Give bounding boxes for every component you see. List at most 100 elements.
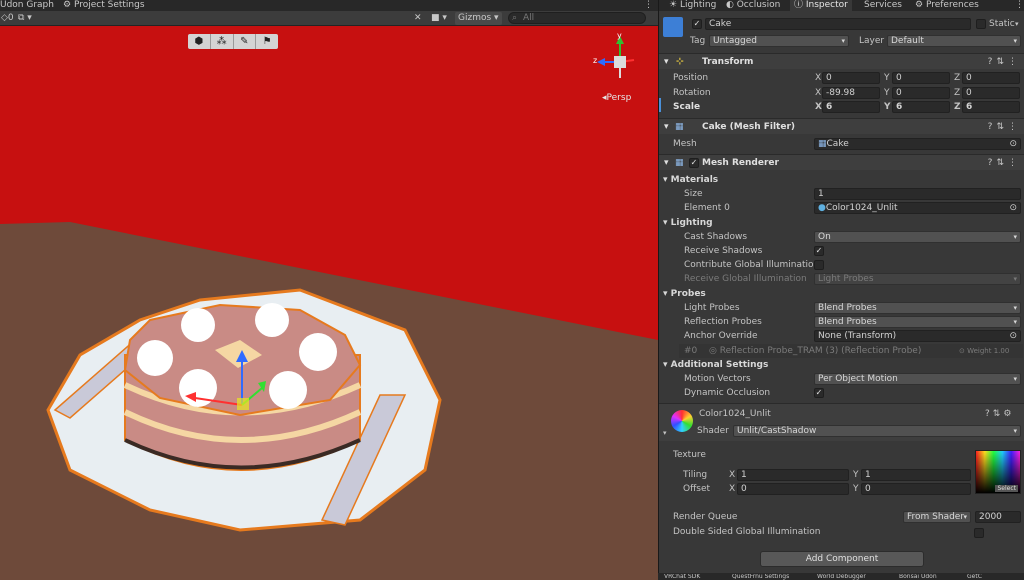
inspector-panel: ☀ Lighting ◐ Occlusion ⓘ Inspector Servi… [658,0,1024,580]
offset-x-field[interactable]: 0 [737,483,849,495]
renderer-enabled-checkbox[interactable]: ✓ [689,158,699,168]
mesh-field[interactable]: ▦Cake ⊙ [814,138,1021,150]
layer-count[interactable]: ◇0 [1,12,14,25]
gizmos-dropdown[interactable]: Gizmos ▾ [455,12,502,25]
static-checkbox[interactable] [976,19,986,29]
motion-vectors-dropdown[interactable]: Per Object Motion ▾ [814,373,1021,385]
mesh-icon: ▦ [818,139,827,149]
foldout-arrow-icon: ▾ [664,122,669,132]
contribute-gi-checkbox[interactable] [814,260,824,270]
scene-search-input[interactable]: ⌕ All [508,12,646,24]
orientation-gizmo[interactable] [590,30,640,85]
tab-getc[interactable]: GetC [963,574,986,580]
tiling-x-field[interactable]: 1 [737,469,849,481]
probe-weight: ⊙ Weight 1.00 [959,347,1010,355]
scene-view[interactable]: ⬢ ⁂ ✎ ⚑ y z ◂Persp [0,0,658,580]
material-icon: ● [818,203,826,213]
more-menu-icon[interactable]: ⋮ [1011,0,1024,11]
receive-shadows-label: Receive Shadows [684,246,763,256]
scale-y-field[interactable]: 6 [892,101,950,113]
rotation-y-field[interactable]: 0 [892,87,950,99]
static-dropdown-icon[interactable]: ▾ [1015,17,1019,31]
active-checkbox[interactable]: ✓ [692,19,702,29]
element0-field[interactable]: ●Color1024_Unlit ⊙ [814,202,1021,214]
position-x-field[interactable]: 0 [822,72,880,84]
cube-tool-icon[interactable]: ⬢ [188,34,211,49]
probe-name: ◎ Reflection Probe_TRAM (3) (Reflection … [709,346,922,356]
size-field[interactable]: 1 [814,188,1021,200]
rotation-x-field[interactable]: -89.98 [822,87,880,99]
render-queue-field[interactable]: 2000 [975,511,1021,523]
flag-tool-icon[interactable]: ⚑ [256,34,278,49]
foldout-arrow-icon[interactable]: ▾ [663,426,667,440]
add-component-button[interactable]: Add Component [760,551,924,567]
tag-dropdown[interactable]: Untagged ▾ [709,35,849,47]
position-z-field[interactable]: 0 [962,72,1020,84]
scene-tools-overlay[interactable]: ⬢ ⁂ ✎ ⚑ [188,34,278,49]
tab-bonsai-udon[interactable]: Bonsai Udon [895,574,941,580]
materials-foldout[interactable]: ▾ Materials [663,173,718,187]
tab-vrchat-sdk[interactable]: VRChat SDK [660,574,704,580]
scale-z-field[interactable]: 6 [962,101,1020,113]
object-name-field[interactable]: Cake [705,18,971,30]
component-menu-icons[interactable]: ?⇅⋮ [988,155,1021,171]
tab-udon-graph[interactable]: Udon Graph [0,0,54,11]
material-preview-icon [671,410,693,432]
reflection-probes-label: Reflection Probes [684,317,762,327]
transform-header[interactable]: ▾ ⊹ Transform ?⇅⋮ [659,53,1024,69]
static-label: Static [989,19,1015,29]
tab-preferences[interactable]: ⚙ Preferences [911,0,983,11]
receive-shadows-checkbox[interactable]: ✓ [814,246,824,256]
shader-dropdown[interactable]: Unlit/CastShadow ▾ [733,425,1021,437]
mesh-filter-header[interactable]: ▾ ▦ Cake (Mesh Filter) ?⇅⋮ [659,118,1024,134]
persp-label[interactable]: ◂Persp [602,93,631,103]
tab-questfrnu-settings[interactable]: QuestFrnu Settings [728,574,793,580]
probes-foldout[interactable]: ▾ Probes [663,287,706,301]
pen-tool-icon[interactable]: ✎ [234,34,257,49]
anchor-override-field[interactable]: None (Transform) ⊙ [814,330,1021,342]
tab-occlusion[interactable]: ◐ Occlusion [722,0,784,11]
mesh-renderer-header[interactable]: ▾ ▦ ✓ Mesh Renderer ?⇅⋮ [659,154,1024,170]
offset-y-field[interactable]: 0 [861,483,971,495]
select-button[interactable]: Select [995,485,1018,492]
render-queue-dropdown[interactable]: From Shader ▾ [903,511,971,523]
scene-tab-bar: Udon Graph ⚙ Project Settings ⋮ [0,0,658,11]
axis-z-label: Z [954,102,961,112]
tab-lighting[interactable]: ☀ Lighting [665,0,720,11]
tiling-y-field[interactable]: 1 [861,469,971,481]
camera-icon[interactable]: ■ ▾ [431,12,447,25]
dynamic-occlusion-checkbox[interactable]: ✓ [814,388,824,398]
light-probes-dropdown[interactable]: Blend Probes ▾ [814,302,1021,314]
component-menu-icons[interactable]: ?⇅⋮ [988,54,1021,70]
component-menu-icons[interactable]: ?⇅⚙ [985,407,1014,421]
double-sided-gi-checkbox[interactable] [974,528,984,538]
reflection-probes-dropdown[interactable]: Blend Probes ▾ [814,316,1021,328]
axis-y-label: Y [884,102,891,112]
cast-shadows-dropdown[interactable]: On ▾ [814,231,1021,243]
tools-icon[interactable]: ✕ [414,12,422,25]
mesh-label: Mesh [673,139,697,149]
more-menu-icon[interactable]: ⋮ [644,0,653,11]
tab-services[interactable]: Services [860,0,906,11]
object-picker-icon[interactable]: ⊙ [1009,331,1017,341]
rotation-z-field[interactable]: 0 [962,87,1020,99]
layer-dropdown[interactable]: Default ▾ [887,35,1021,47]
position-label: Position [673,73,709,83]
component-menu-icons[interactable]: ?⇅⋮ [988,119,1021,135]
texture-thumbnail[interactable]: Select [975,450,1021,494]
object-picker-icon[interactable]: ⊙ [1009,203,1017,213]
gameobject-icon [663,17,683,37]
tab-inspector[interactable]: ⓘ Inspector [790,0,852,11]
tab-project-settings[interactable]: ⚙ Project Settings [63,0,145,11]
probe-list-row: #0 ◎ Reflection Probe_TRAM (3) (Reflecti… [679,344,1023,358]
object-picker-icon[interactable]: ⊙ [1009,139,1017,149]
tab-world-debugger[interactable]: World Debugger [813,574,870,580]
position-y-field[interactable]: 0 [892,72,950,84]
foldout-arrow-icon: ▾ [664,158,669,168]
nodes-tool-icon[interactable]: ⁂ [211,34,234,49]
scale-x-field[interactable]: 6 [822,101,880,113]
lighting-foldout[interactable]: ▾ Lighting [663,216,713,230]
visibility-toggle-icon[interactable]: ⧉ ▾ [18,12,32,25]
axis-y-label: Y [853,484,859,494]
additional-settings-foldout[interactable]: ▾ Additional Settings [663,358,768,372]
